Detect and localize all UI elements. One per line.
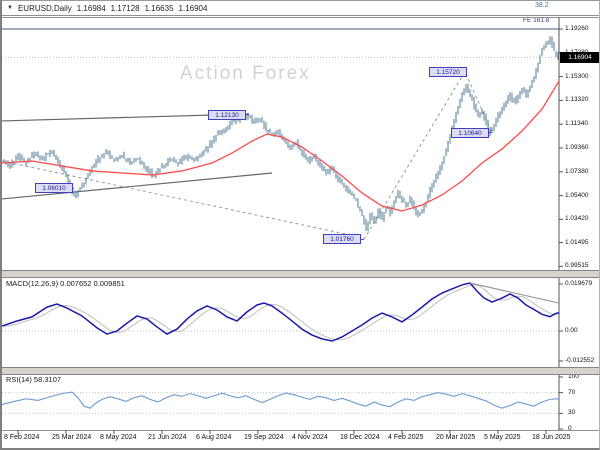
price-axis-label: 1.01495 — [565, 238, 589, 246]
price-axis-label: 1.09360 — [565, 143, 589, 151]
chart-window: ▼ EURUSD,Daily 1.16984 1.17128 1.16635 1… — [0, 0, 600, 450]
chart-canvas[interactable] — [2, 1, 599, 448]
price-level-marker[interactable]: 1.01760 — [323, 234, 361, 245]
time-axis-label: 25 Mar 2024 — [52, 434, 92, 441]
price-axis-label: 1.11340 — [565, 120, 589, 128]
rsi-indicator-label: RSI(14) 58.3107 — [6, 375, 62, 384]
price-level-marker[interactable]: 1.15720 — [429, 66, 467, 77]
macd-axis-label: -0.012552 — [565, 356, 595, 364]
panel-divider-macd[interactable] — [2, 270, 599, 278]
time-axis-label: 6 Aug 2024 — [196, 434, 232, 441]
time-axis-label: 18 Dec 2024 — [340, 434, 380, 441]
price-axis-label: 1.07380 — [565, 167, 589, 175]
panel-divider-rsi[interactable] — [2, 367, 599, 375]
price-axis-label: 1.13320 — [565, 96, 589, 104]
time-axis-label: 4 Feb 2025 — [388, 434, 424, 441]
price-level-marker[interactable]: 1.06010 — [35, 183, 73, 194]
price-axis-label: 1.19260 — [565, 25, 589, 32]
macd-indicator-label: MACD(12,26,9) 0.007652 0.009851 — [6, 279, 125, 288]
time-axis-label: 19 Sep 2024 — [244, 434, 284, 441]
macd-axis-label: 0.00 — [565, 327, 578, 334]
price-axis-label: 0.99515 — [565, 262, 589, 270]
price-axis-label: 1.15300 — [565, 72, 589, 80]
rsi-axis-label: 0 — [568, 425, 572, 432]
time-axis-label: 8 Feb 2024 — [4, 434, 40, 441]
price-level-marker[interactable]: 1.12130 — [208, 109, 246, 120]
current-price-tag: 1.16904 — [560, 51, 599, 63]
time-axis-label: 4 Nov 2024 — [292, 434, 328, 441]
time-axis-label: 21 Jun 2024 — [148, 434, 187, 441]
rsi-axis-label: 70 — [568, 388, 576, 396]
time-axis-label: 8 May 2024 — [100, 434, 137, 441]
rsi-axis-label: 30 — [568, 409, 576, 417]
macd-axis-label: 0.019679 — [565, 280, 593, 287]
time-axis-label: 20 Mar 2025 — [436, 434, 476, 441]
time-axis-label: 5 May 2025 — [484, 434, 521, 441]
price-axis-label: 1.03420 — [565, 215, 589, 223]
price-axis-label: 1.05400 — [565, 191, 589, 199]
price-level-marker[interactable]: 1.10640 — [451, 127, 489, 138]
time-axis-label: 18 Jun 2025 — [532, 434, 571, 441]
